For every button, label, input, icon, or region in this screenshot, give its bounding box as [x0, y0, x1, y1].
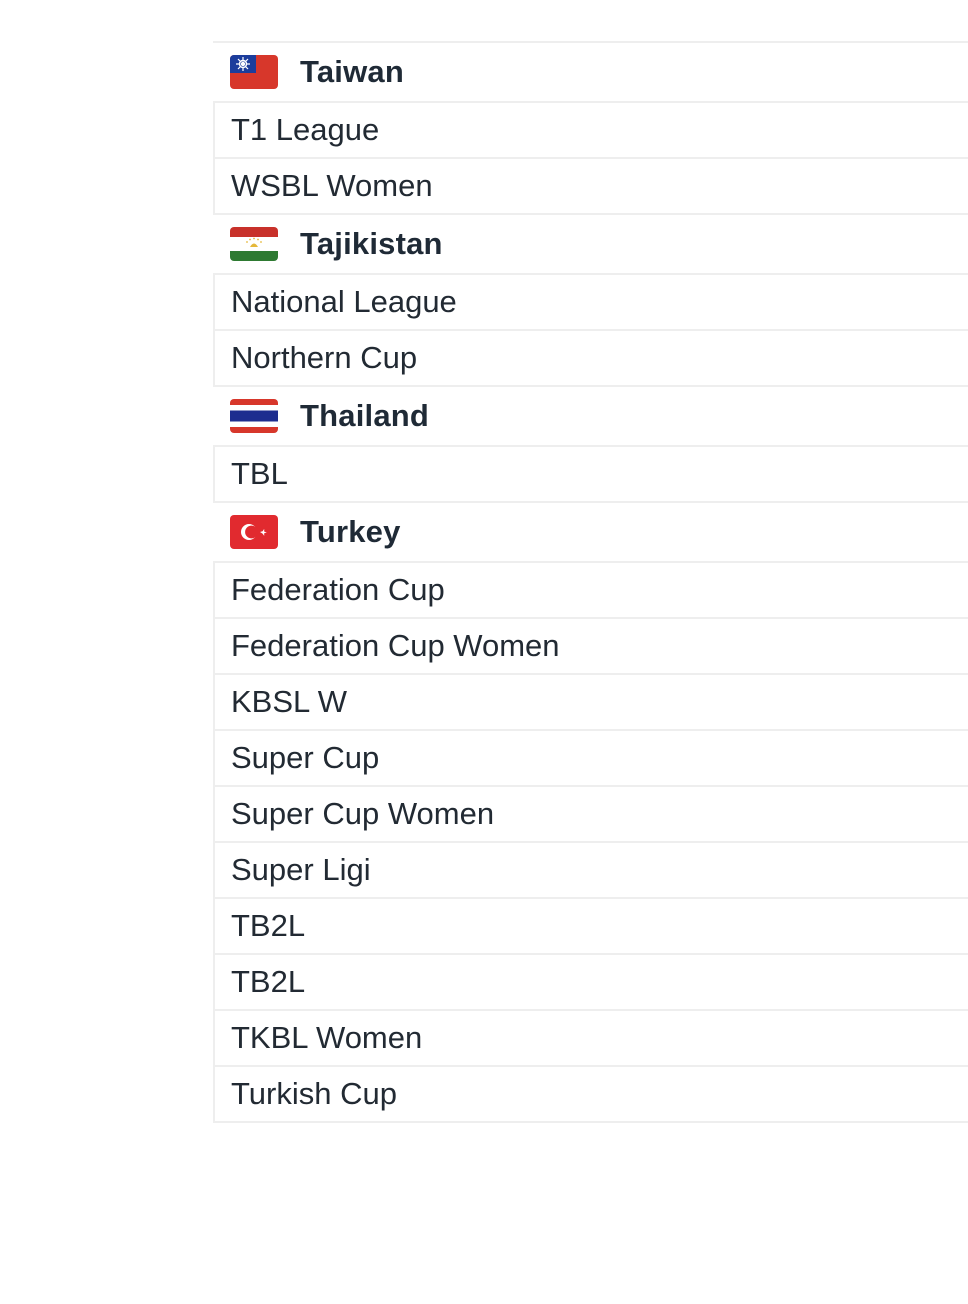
league-item[interactable]: Super Cup [213, 731, 968, 787]
league-item[interactable]: TKBL Women [213, 1011, 968, 1067]
country-name: Tajikistan [300, 226, 443, 261]
league-item[interactable]: Super Ligi [213, 843, 968, 899]
thailand-flag-icon [230, 399, 278, 433]
country-league-list: Taiwan T1 League WSBL Women Tajikistan N… [213, 41, 968, 1123]
tajikistan-flag-icon [230, 227, 278, 261]
turkey-flag-icon [230, 515, 278, 549]
country-header-taiwan[interactable]: Taiwan [213, 43, 968, 103]
league-item[interactable]: Federation Cup Women [213, 619, 968, 675]
league-item[interactable]: KBSL W [213, 675, 968, 731]
league-item[interactable]: TBL [213, 447, 968, 503]
league-item[interactable]: Federation Cup [213, 563, 968, 619]
taiwan-flag-icon [230, 55, 278, 89]
country-name: Thailand [300, 398, 430, 433]
league-item[interactable]: Northern Cup [213, 331, 968, 387]
country-name: Turkey [300, 514, 401, 549]
league-item[interactable]: WSBL Women [213, 159, 968, 215]
country-name: Taiwan [300, 54, 404, 89]
country-header-thailand[interactable]: Thailand [213, 387, 968, 447]
league-item[interactable]: Turkish Cup [213, 1067, 968, 1123]
league-item[interactable]: T1 League [213, 103, 968, 159]
league-item[interactable]: TB2L [213, 955, 968, 1011]
league-item[interactable]: Super Cup Women [213, 787, 968, 843]
league-item[interactable]: TB2L [213, 899, 968, 955]
league-item[interactable]: National League [213, 275, 968, 331]
country-header-tajikistan[interactable]: Tajikistan [213, 215, 968, 275]
country-header-turkey[interactable]: Turkey [213, 503, 968, 563]
